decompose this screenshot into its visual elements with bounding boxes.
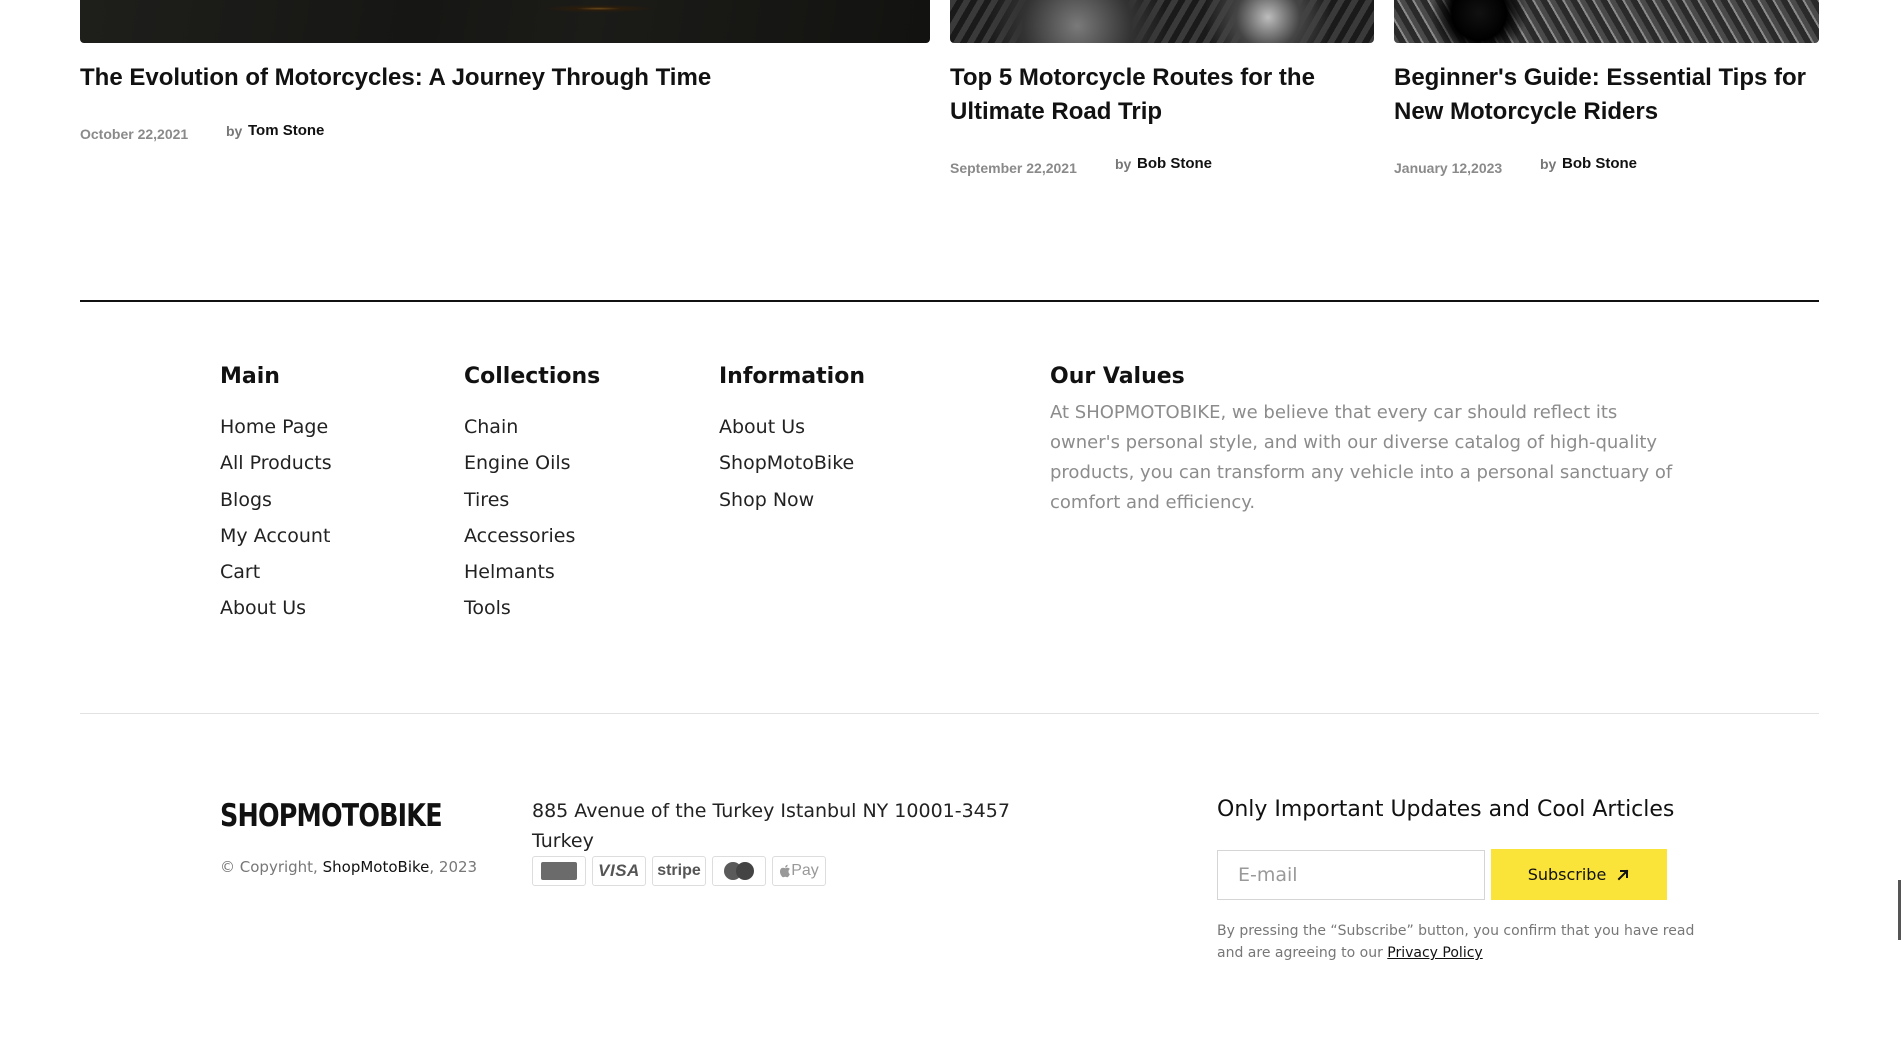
newsletter-disclaimer: By pressing the “Subscribe” button, you … bbox=[1217, 920, 1697, 964]
footer-link-cart[interactable]: Cart bbox=[220, 561, 332, 597]
footer-link-accessories[interactable]: Accessories bbox=[464, 525, 575, 561]
footer-information-title: Information bbox=[719, 364, 865, 389]
footer-link-tires[interactable]: Tires bbox=[464, 489, 575, 525]
footer-main-title: Main bbox=[220, 364, 280, 389]
subscribe-button-label: Subscribe bbox=[1527, 865, 1607, 884]
arrow-up-right-icon bbox=[1617, 869, 1629, 880]
blog-post-by: by bbox=[1115, 156, 1132, 172]
mastercard-icon bbox=[712, 856, 766, 886]
blog-post-by: by bbox=[226, 123, 243, 139]
blog-post-date: September 22,2021 bbox=[950, 160, 1077, 176]
blog-post-author[interactable]: Bob Stone bbox=[1137, 155, 1212, 172]
footer-collections-links: Chain Engine Oils Tires Accessories Helm… bbox=[464, 416, 575, 634]
footer-link-my-account[interactable]: My Account bbox=[220, 525, 332, 561]
site-logo[interactable]: SHOPMOTOBIKE bbox=[220, 798, 443, 834]
american-express-icon bbox=[532, 856, 586, 886]
apple-logo-icon bbox=[780, 864, 791, 878]
copyright-prefix: © Copyright, bbox=[220, 858, 318, 876]
blog-post-date: January 12,2023 bbox=[1394, 160, 1503, 176]
footer-link-tools[interactable]: Tools bbox=[464, 597, 575, 633]
footer-link-all-products[interactable]: All Products bbox=[220, 452, 332, 488]
footer-values-title: Our Values bbox=[1050, 364, 1185, 389]
blog-post-image[interactable] bbox=[1394, 0, 1819, 43]
apple-pay-icon: Pay bbox=[772, 856, 826, 886]
blog-post-title[interactable]: Top 5 Motorcycle Routes for the Ultimate… bbox=[950, 61, 1374, 129]
subscribe-button[interactable]: Subscribe bbox=[1491, 849, 1667, 900]
payment-methods: VISA stripe Pay bbox=[532, 856, 826, 886]
blog-post-image[interactable] bbox=[80, 0, 930, 43]
copyright: © Copyright, ShopMotoBike, 2023 bbox=[220, 858, 477, 876]
footer-top-divider bbox=[80, 300, 1819, 302]
footer-collections-title: Collections bbox=[464, 364, 601, 389]
footer-link-shopmotobike[interactable]: ShopMotoBike bbox=[719, 452, 854, 488]
copyright-year: , 2023 bbox=[429, 858, 478, 876]
blog-post-title[interactable]: Beginner's Guide: Essential Tips for New… bbox=[1394, 61, 1819, 129]
footer-bottom-divider bbox=[80, 713, 1819, 714]
footer-link-about-us[interactable]: About Us bbox=[719, 416, 854, 452]
copyright-brand-link[interactable]: ShopMotoBike bbox=[323, 858, 430, 876]
apple-pay-label: Pay bbox=[791, 862, 819, 879]
footer-link-engine-oils[interactable]: Engine Oils bbox=[464, 452, 575, 488]
blog-post-date: October 22,2021 bbox=[80, 126, 189, 142]
footer-link-shop-now[interactable]: Shop Now bbox=[719, 489, 854, 525]
newsletter-title: Only Important Updates and Cool Articles bbox=[1217, 797, 1675, 822]
footer-values-text: At SHOPMOTOBIKE, we believe that every c… bbox=[1050, 402, 1673, 513]
footer-main-links: Home Page All Products Blogs My Account … bbox=[220, 416, 332, 634]
blog-post-title[interactable]: The Evolution of Motorcycles: A Journey … bbox=[80, 61, 930, 95]
scrollbar-thumb[interactable] bbox=[1898, 880, 1901, 940]
footer-link-about-us[interactable]: About Us bbox=[220, 597, 332, 633]
privacy-policy-link[interactable]: Privacy Policy bbox=[1387, 945, 1482, 961]
blog-post-by: by bbox=[1540, 156, 1557, 172]
footer-link-helmants[interactable]: Helmants bbox=[464, 561, 575, 597]
footer-link-blogs[interactable]: Blogs bbox=[220, 489, 332, 525]
footer-link-chain[interactable]: Chain bbox=[464, 416, 575, 452]
stripe-icon: stripe bbox=[652, 856, 706, 886]
footer-link-home-page[interactable]: Home Page bbox=[220, 416, 332, 452]
visa-icon: VISA bbox=[592, 856, 646, 886]
blog-post-image[interactable] bbox=[950, 0, 1374, 43]
footer-information-links: About Us ShopMotoBike Shop Now bbox=[719, 416, 854, 525]
blog-post-author[interactable]: Tom Stone bbox=[248, 122, 324, 139]
blog-post-author[interactable]: Bob Stone bbox=[1562, 155, 1637, 172]
email-field[interactable] bbox=[1217, 850, 1485, 900]
store-address: 885 Avenue of the Turkey Istanbul NY 100… bbox=[532, 800, 1010, 852]
